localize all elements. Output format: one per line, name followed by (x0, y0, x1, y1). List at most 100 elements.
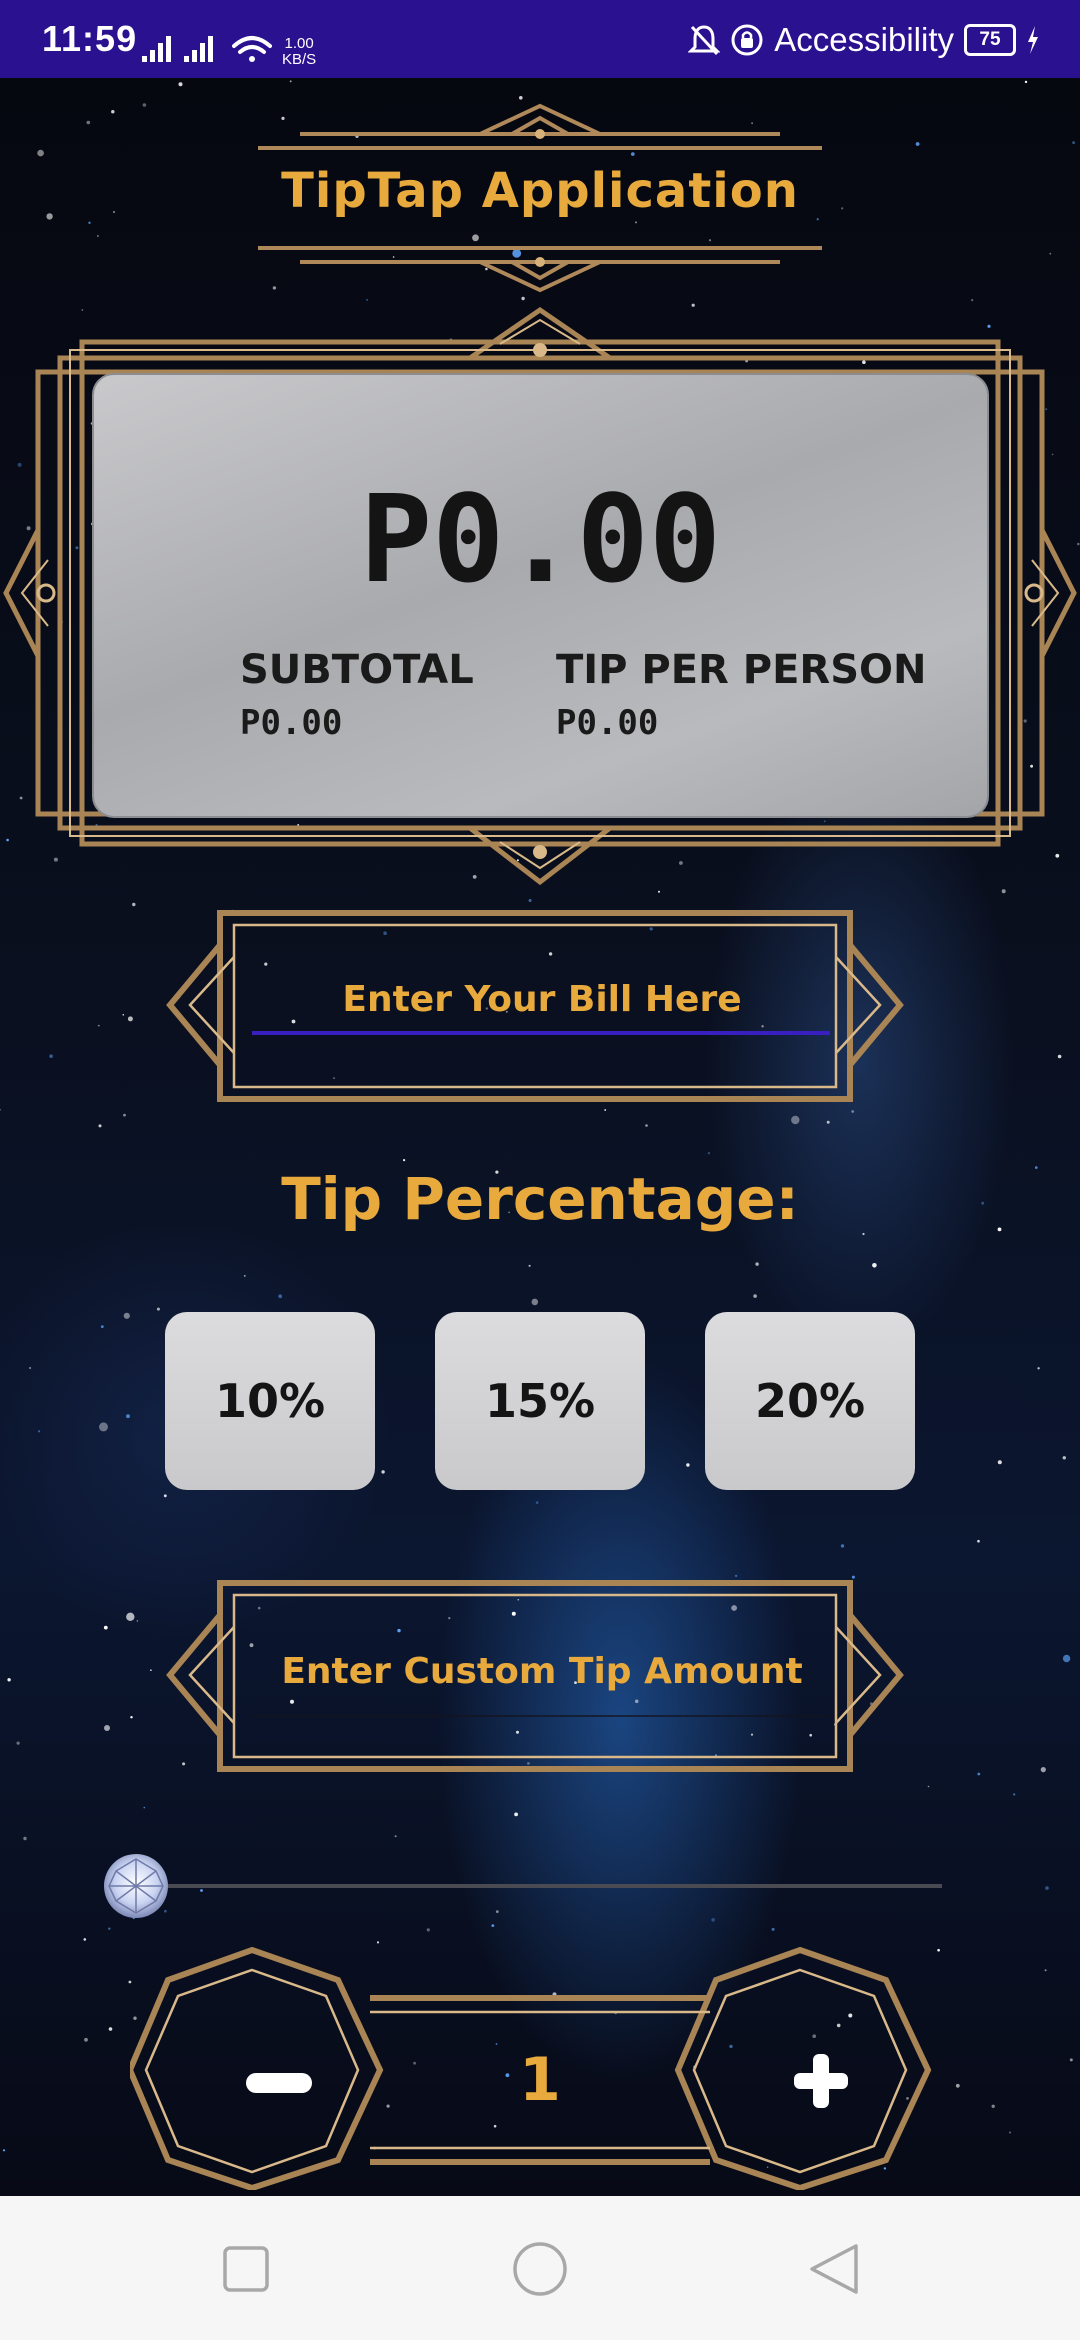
plus-icon (794, 2054, 848, 2108)
wifi-icon (232, 36, 272, 62)
star (791, 1115, 800, 1125)
star (514, 1812, 518, 1817)
star (686, 1463, 690, 1467)
star (927, 1785, 930, 1788)
tip-per-person-value: P0.00 (556, 703, 659, 743)
tip-15-button[interactable]: 15% (435, 1312, 645, 1490)
star (1045, 1886, 1049, 1890)
signal-1-icon (142, 36, 171, 62)
star (528, 1264, 531, 1267)
result-card: P0.00 SUBTOTAL P0.00 TIP PER PERSON P0.0… (92, 373, 989, 818)
star (1044, 1969, 1047, 1972)
decrement-button[interactable] (185, 2015, 355, 2145)
star (955, 2083, 960, 2088)
tip-slider-track[interactable] (138, 1884, 942, 1888)
star (1009, 2131, 1011, 2134)
star (403, 1159, 406, 1162)
star (977, 1539, 980, 1543)
tip-per-person-label: TIP PER PERSON (556, 647, 927, 693)
star (103, 1625, 108, 1630)
star (1024, 80, 1028, 84)
bill-input-underline (252, 1031, 830, 1035)
star (1057, 1054, 1062, 1059)
star (535, 1501, 539, 1504)
tip-20-button[interactable]: 20% (705, 1312, 915, 1490)
back-triangle-icon (810, 2244, 858, 2294)
status-bar: 11:59 1.00 KB/S Accessibility 75 (0, 0, 1080, 78)
app-title: TipTap Application (281, 163, 799, 219)
star (104, 1725, 110, 1731)
star (88, 221, 91, 224)
net-speed-unit: KB/S (282, 51, 317, 68)
star (122, 1014, 125, 1016)
star (97, 235, 99, 237)
tip-10-button[interactable]: 10% (165, 1312, 375, 1490)
star (163, 1494, 167, 1498)
star (991, 2104, 995, 2108)
star (753, 1294, 757, 1298)
star (130, 1716, 133, 1719)
star (143, 1806, 146, 1809)
star (1062, 1456, 1067, 1460)
star (2, 2149, 6, 2152)
star (1069, 2058, 1073, 2062)
star (531, 1298, 539, 1306)
net-speed-value: 1.00 (284, 35, 314, 52)
star (289, 80, 292, 83)
custom-tip-input[interactable] (250, 1640, 834, 1702)
star (29, 1366, 32, 1370)
recents-square-icon (223, 2246, 269, 2292)
star (491, 1924, 495, 1927)
minus-icon (246, 2073, 312, 2093)
party-size-count: 1 (519, 2045, 561, 2115)
home-button[interactable] (495, 2232, 585, 2304)
star (83, 1938, 87, 1941)
star (394, 1835, 397, 1838)
star (100, 1325, 104, 1328)
star (127, 1016, 133, 1022)
star (1062, 1654, 1071, 1663)
diamond-slider-thumb-icon[interactable] (101, 1851, 171, 1921)
increment-button[interactable] (730, 2015, 900, 2145)
star (711, 1918, 715, 1922)
star (1072, 141, 1075, 144)
lock-rotation-icon (731, 24, 763, 56)
star (426, 1928, 430, 1932)
star (707, 1152, 711, 1155)
star (108, 1927, 111, 1930)
star (23, 1836, 27, 1841)
star (1040, 1767, 1046, 1773)
star (49, 1054, 53, 1058)
star (123, 1113, 126, 1117)
star (977, 1772, 981, 1776)
star (136, 1620, 139, 1622)
star (1037, 1367, 1040, 1370)
star (1049, 252, 1052, 255)
battery-icon: 75 (964, 24, 1016, 56)
tip-percentage-heading: Tip Percentage: (281, 1165, 799, 1233)
star (38, 1430, 41, 1433)
star (156, 1307, 160, 1311)
star (178, 82, 183, 87)
charging-bolt-icon (1028, 26, 1038, 54)
star (1013, 1793, 1016, 1796)
back-button[interactable] (790, 2232, 880, 2304)
bill-amount-input[interactable] (250, 968, 834, 1030)
star (278, 1294, 283, 1299)
subtotal-label: SUBTOTAL (240, 647, 474, 693)
star (243, 1275, 246, 1277)
custom-tip-underline (252, 1715, 830, 1717)
recents-button[interactable] (200, 2232, 290, 2304)
star (771, 1927, 775, 1931)
star (495, 1910, 499, 1913)
star (142, 103, 147, 107)
star (7, 1678, 11, 1682)
app-screen: 11:59 1.00 KB/S Accessibility 75 TipTap … (0, 0, 1080, 2340)
star (37, 149, 44, 157)
total-amount: P0.00 (359, 471, 722, 610)
star (862, 1232, 865, 1236)
star (604, 1109, 607, 1111)
star (755, 1262, 759, 1266)
star (997, 1460, 1002, 1465)
star (150, 1669, 152, 1671)
